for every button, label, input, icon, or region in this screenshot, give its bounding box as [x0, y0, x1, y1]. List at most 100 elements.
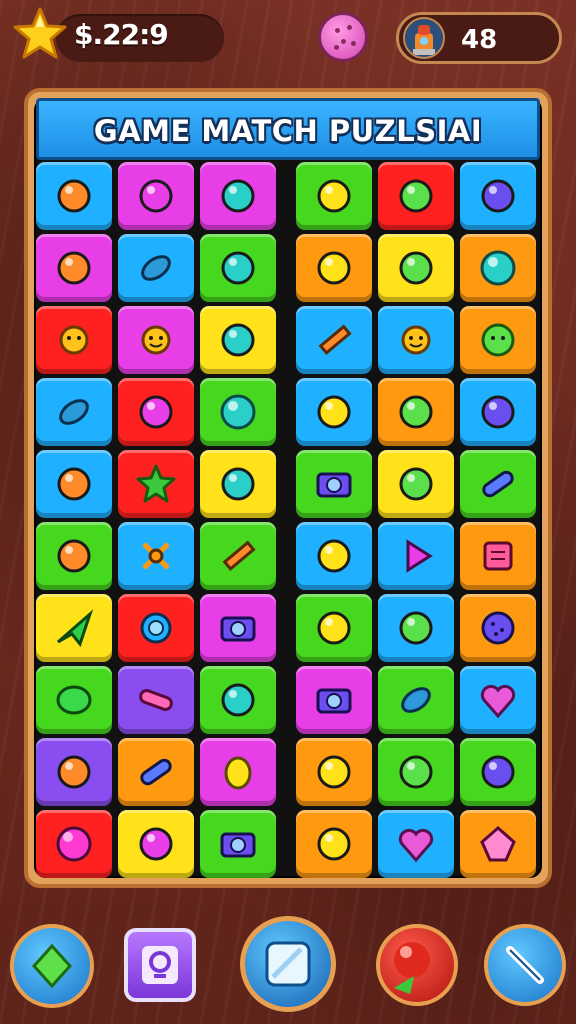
game-tile[interactable]: [378, 810, 454, 878]
game-tile[interactable]: [118, 594, 194, 662]
ice-cream-icon: [399, 611, 433, 645]
game-tile[interactable]: [296, 378, 372, 446]
game-tile[interactable]: [200, 594, 276, 662]
capsule-icon: [140, 758, 172, 786]
game-tile[interactable]: [200, 306, 276, 374]
game-tile[interactable]: [200, 810, 276, 878]
diamond-button[interactable]: [10, 924, 94, 1008]
pencil-icon: [318, 324, 352, 355]
phone-icon: [221, 323, 255, 357]
coin-value: $.22:9: [74, 18, 169, 51]
game-tile[interactable]: [378, 450, 454, 518]
bubbles-icon: [481, 179, 515, 213]
game-tile[interactable]: [296, 234, 372, 302]
game-tile[interactable]: [36, 738, 112, 806]
game-tile[interactable]: [460, 234, 536, 302]
game-tile[interactable]: [460, 378, 536, 446]
house-icon: [139, 395, 173, 429]
game-tile[interactable]: [200, 666, 276, 734]
game-tile[interactable]: [118, 738, 194, 806]
camera-icon: [316, 472, 352, 498]
bomb-icon: [394, 942, 430, 994]
game-tile[interactable]: [36, 450, 112, 518]
game-tile[interactable]: [118, 522, 194, 590]
game-tile[interactable]: [36, 378, 112, 446]
kettle-icon: [399, 179, 433, 213]
game-tile[interactable]: [460, 162, 536, 230]
cube-icon: [483, 541, 513, 571]
game-tile[interactable]: [118, 162, 194, 230]
game-tile[interactable]: [118, 450, 194, 518]
game-tile[interactable]: [296, 162, 372, 230]
game-tile[interactable]: [36, 162, 112, 230]
game-tile[interactable]: [460, 738, 536, 806]
sausage-icon: [139, 689, 173, 711]
game-tile[interactable]: [460, 810, 536, 878]
square-icon: [265, 941, 311, 987]
game-tile[interactable]: [200, 738, 276, 806]
brush-icon: [139, 827, 173, 861]
game-tile[interactable]: [460, 594, 536, 662]
title-banner: GAME MATCH PUZLSIAI: [36, 98, 540, 160]
game-tile[interactable]: [36, 810, 112, 878]
game-tile[interactable]: [200, 450, 276, 518]
game-tile[interactable]: [378, 594, 454, 662]
game-tile[interactable]: [118, 234, 194, 302]
chat-icon: [317, 251, 351, 285]
game-tile[interactable]: [296, 738, 372, 806]
play-icon: [406, 539, 433, 573]
game-tile[interactable]: [200, 234, 276, 302]
game-tile[interactable]: [378, 738, 454, 806]
search-button[interactable]: [124, 928, 196, 1002]
game-tile[interactable]: [36, 522, 112, 590]
game-tile[interactable]: [118, 306, 194, 374]
game-tile[interactable]: [36, 666, 112, 734]
egg-icon: [224, 756, 252, 790]
game-tile[interactable]: [378, 162, 454, 230]
pen-icon: [399, 467, 433, 501]
game-tile[interactable]: [378, 306, 454, 374]
splat-icon: [57, 755, 91, 789]
game-tile[interactable]: [36, 234, 112, 302]
game-tile[interactable]: [118, 810, 194, 878]
slash-button[interactable]: [484, 924, 566, 1006]
game-tile[interactable]: [460, 522, 536, 590]
game-tile[interactable]: [296, 666, 372, 734]
game-tile[interactable]: [200, 522, 276, 590]
game-tile[interactable]: [296, 450, 372, 518]
bag-icon: [221, 179, 255, 213]
game-tile[interactable]: [378, 378, 454, 446]
plus-box-icon: [317, 539, 351, 573]
leaf-icon: [141, 255, 171, 281]
fuzzy-monster-icon: [57, 251, 91, 285]
game-tile[interactable]: [36, 306, 112, 374]
game-tile[interactable]: [296, 522, 372, 590]
game-tile[interactable]: [378, 234, 454, 302]
bomb-button[interactable]: [376, 924, 458, 1006]
game-tile[interactable]: [296, 594, 372, 662]
slime-icon: [481, 323, 515, 357]
game-tile[interactable]: [460, 306, 536, 374]
game-tile[interactable]: [460, 450, 536, 518]
cookie-icon[interactable]: [318, 12, 368, 62]
game-tile[interactable]: [378, 522, 454, 590]
game-tile[interactable]: [36, 594, 112, 662]
robot-avatar-icon[interactable]: [403, 17, 445, 59]
cookie-icon: [481, 611, 515, 645]
game-tile[interactable]: [378, 666, 454, 734]
tile-grid: [36, 162, 540, 880]
game-tile[interactable]: [200, 162, 276, 230]
game-tile[interactable]: [296, 306, 372, 374]
bow-icon: [221, 683, 255, 717]
game-tile[interactable]: [200, 378, 276, 446]
game-tile[interactable]: [460, 666, 536, 734]
star-icon: [136, 464, 176, 503]
swirl-icon: [139, 179, 173, 213]
diamond-icon: [31, 943, 73, 989]
game-tile[interactable]: [118, 378, 194, 446]
square-button[interactable]: [240, 916, 336, 1012]
slash-icon: [506, 946, 544, 984]
bird-icon: [221, 251, 255, 285]
game-tile[interactable]: [118, 666, 194, 734]
game-tile[interactable]: [296, 810, 372, 878]
